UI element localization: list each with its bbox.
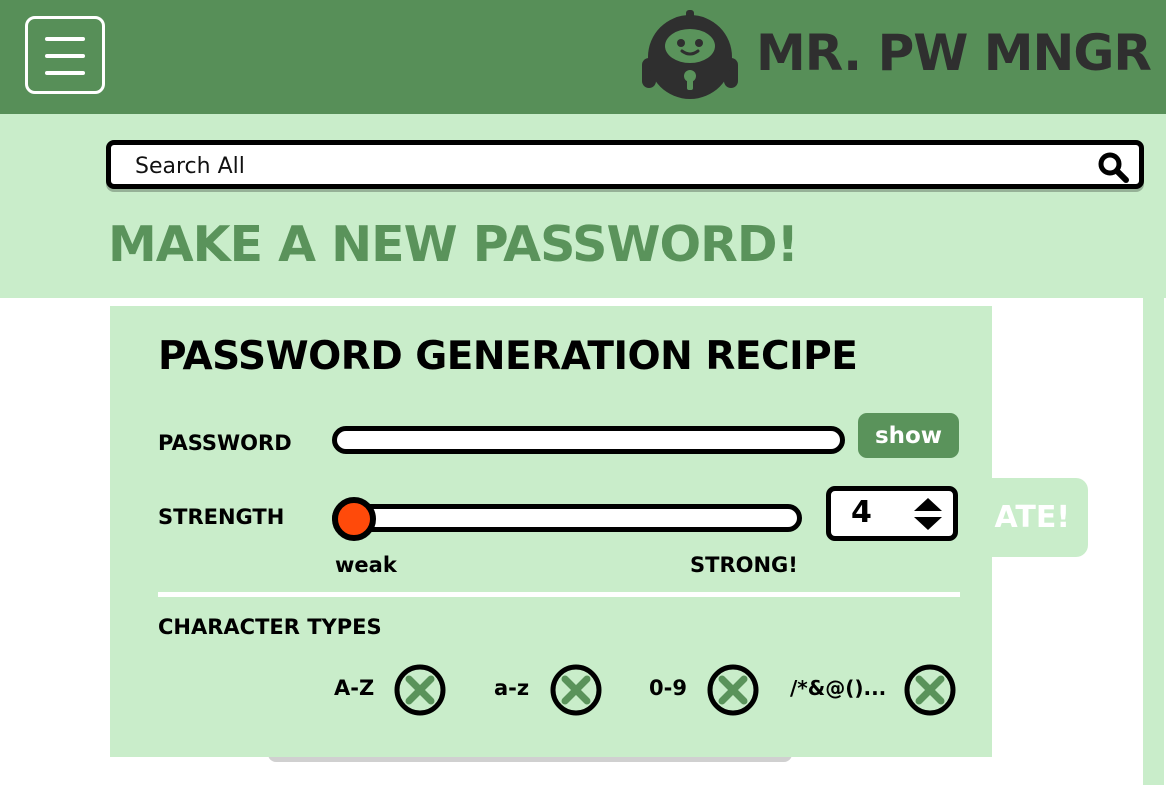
generate-button-label: ATE! <box>994 500 1070 535</box>
search-bar <box>106 140 1144 189</box>
password-label: PASSWORD <box>158 431 292 455</box>
char-option-digits: 0-9 <box>649 664 765 716</box>
hamburger-line <box>45 71 85 75</box>
brand-name: MR. PW MNGR <box>756 24 1152 82</box>
x-circle-icon[interactable] <box>550 664 602 716</box>
strength-slider-knob[interactable] <box>332 497 376 541</box>
strength-label: STRENGTH <box>158 505 285 529</box>
robot-lock-icon <box>642 10 738 99</box>
stepper-arrows-icon[interactable] <box>911 496 945 532</box>
show-password-button[interactable]: show <box>858 413 959 458</box>
strength-max-label: STRONG! <box>690 553 798 577</box>
strength-stepper-value: 4 <box>851 495 872 530</box>
x-circle-icon[interactable] <box>394 664 446 716</box>
app-header: MR. PW MNGR <box>0 0 1166 114</box>
char-option-label: A-Z <box>334 676 375 700</box>
recipe-panel: PASSWORD GENERATION RECIPE PASSWORD show… <box>110 306 992 757</box>
char-option-symbols: /*&@()... <box>790 664 960 716</box>
password-output-field[interactable] <box>332 426 845 454</box>
search-icon[interactable] <box>1097 151 1129 183</box>
char-option-label: a-z <box>494 676 530 700</box>
right-edge-strip <box>1143 298 1164 785</box>
hamburger-line <box>45 54 85 58</box>
page-title: MAKE A NEW PASSWORD! <box>108 216 799 273</box>
search-input[interactable] <box>135 152 1035 180</box>
x-circle-icon[interactable] <box>707 664 759 716</box>
section-divider <box>158 592 960 597</box>
strength-stepper[interactable]: 4 <box>826 486 958 541</box>
char-option-uppercase: A-Z <box>334 664 450 716</box>
char-option-lowercase: a-z <box>494 664 610 716</box>
show-button-label: show <box>874 423 943 449</box>
char-option-label: 0-9 <box>649 676 687 700</box>
strength-slider-track[interactable] <box>332 504 802 532</box>
hamburger-menu-button[interactable] <box>25 16 105 94</box>
recipe-title: PASSWORD GENERATION RECIPE <box>158 334 858 379</box>
char-option-label: /*&@()... <box>790 676 887 700</box>
hamburger-line <box>45 37 85 41</box>
x-circle-icon[interactable] <box>904 664 956 716</box>
character-types-label: CHARACTER TYPES <box>158 615 382 639</box>
strength-min-label: weak <box>335 553 397 577</box>
